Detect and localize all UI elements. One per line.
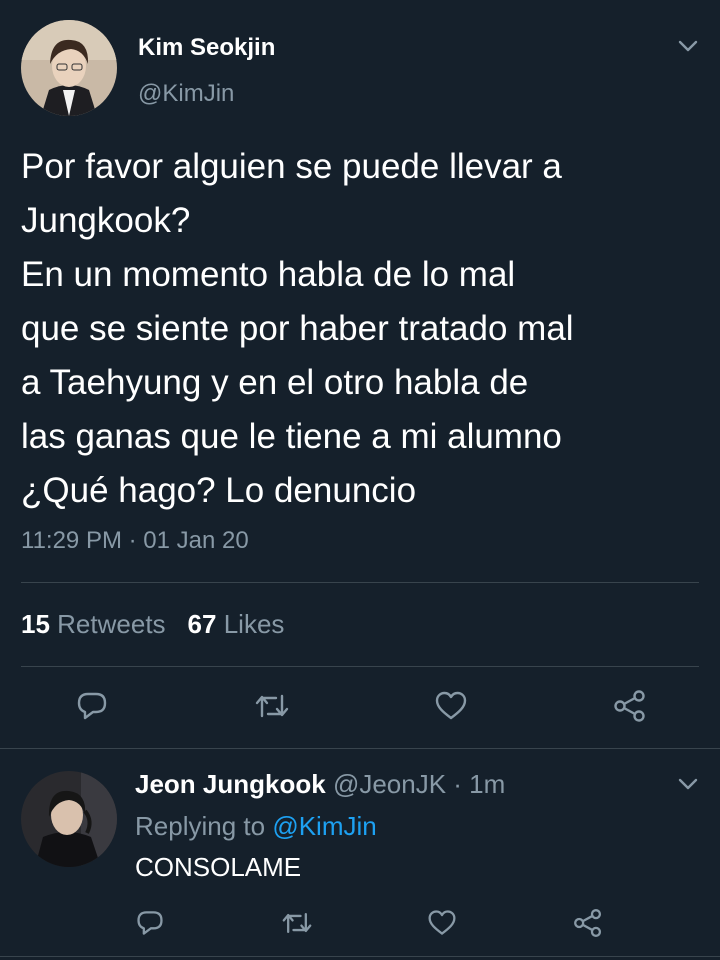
divider (0, 956, 720, 957)
reply-author-handle-time[interactable]: @JeonJK · 1m (333, 769, 505, 799)
reply-icon (137, 911, 163, 935)
chevron-down-icon[interactable] (676, 36, 700, 56)
retweets-count: 15 (21, 609, 50, 639)
heart-icon (435, 691, 467, 720)
tweet-text-line: ¿Qué hago? Lo denuncio (21, 471, 417, 510)
reply-author-avatar[interactable] (21, 771, 117, 867)
heart-icon (428, 910, 456, 935)
tweet-text: Por favor alguien se puede llevar a Jung… (21, 140, 701, 518)
tweet-text-line: Jungkook? (21, 201, 191, 240)
likes-stat[interactable]: 67 Likes (188, 609, 285, 639)
reply-like-button[interactable] (422, 903, 462, 943)
likes-count: 67 (187, 609, 217, 639)
reply-share-button[interactable] (568, 903, 608, 943)
divider (21, 666, 699, 667)
tweet-text-line: En un momento habla de lo mal (21, 255, 516, 294)
chevron-down-icon[interactable] (676, 774, 700, 794)
retweet-icon (255, 694, 289, 718)
likes-label: Likes (223, 609, 285, 639)
replying-to-label: Replying to (135, 811, 266, 841)
tweet-text-line: que se siente por haber tratado mal (21, 309, 574, 348)
reply-author-name[interactable]: Jeon Jungkook (135, 769, 326, 799)
tweet-timestamp[interactable]: 11:29 PM · 01 Jan 20 (21, 527, 249, 555)
reply-retweet-button[interactable] (277, 903, 317, 943)
reply-text: CONSOLAME (135, 852, 302, 882)
retweets-label: Retweets (57, 609, 166, 639)
share-icon (574, 909, 602, 937)
tweet-text-line: las ganas que le tiene a mi alumno (21, 417, 562, 456)
tweet-text-line: Por favor alguien se puede llevar a (21, 147, 562, 186)
reply-reply-button[interactable] (130, 903, 170, 943)
divider (21, 582, 699, 583)
share-icon (614, 690, 645, 722)
author-name[interactable]: Kim Seokjin (138, 34, 275, 62)
reply-icon (77, 692, 107, 720)
retweets-stat[interactable]: 15 Retweets (21, 609, 166, 639)
like-button[interactable] (431, 686, 471, 726)
divider (0, 748, 720, 749)
share-button[interactable] (610, 686, 650, 726)
reply-header: Jeon Jungkook @JeonJK · 1m (135, 769, 505, 800)
replying-to: Replying to @KimJin (135, 811, 377, 842)
replying-to-mention[interactable]: @KimJin (272, 811, 376, 841)
author-avatar[interactable] (21, 20, 117, 116)
retweet-button[interactable] (252, 686, 292, 726)
tweet-text-line: a Taehyung y en el otro habla de (21, 363, 529, 402)
author-handle[interactable]: @KimJin (138, 80, 234, 108)
reply-button[interactable] (72, 686, 112, 726)
retweet-icon (282, 913, 312, 933)
tweet-stats: 15 Retweets 67 Likes (21, 609, 284, 640)
